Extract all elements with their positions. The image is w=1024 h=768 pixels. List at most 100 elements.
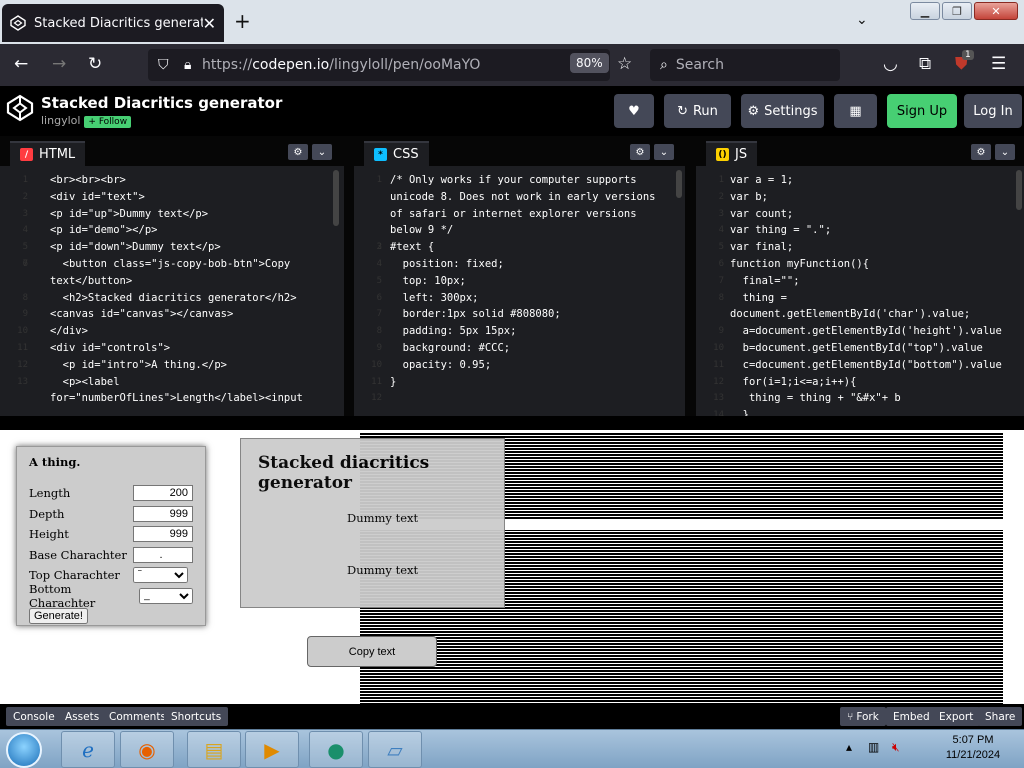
- js-code-line: 14 }: [696, 407, 1024, 416]
- css-collapse-icon[interactable]: ⌄: [654, 144, 674, 160]
- author-name[interactable]: lingylol: [41, 114, 80, 127]
- fork-button[interactable]: ⑂ Fork: [840, 707, 886, 726]
- js-settings-icon[interactable]: ⚙: [971, 144, 991, 160]
- notepad-icon[interactable]: ▱: [368, 731, 422, 768]
- preview-heading: Stacked diacritics generator: [258, 453, 430, 493]
- text-box: Stacked diacritics generator Dummy text …: [240, 438, 505, 608]
- depth-input[interactable]: [133, 505, 193, 522]
- share-button[interactable]: Share: [978, 707, 1023, 726]
- html-editor-header: / HTML ⚙ ⌄: [0, 136, 344, 166]
- console-button[interactable]: Console: [6, 707, 62, 726]
- js-code-line: 1 var a = 1;: [696, 172, 1024, 189]
- code-text: var count;: [730, 207, 794, 220]
- code-text: document.getElementById('char').value;: [730, 308, 971, 321]
- css-settings-icon[interactable]: ⚙: [630, 144, 650, 160]
- start-button[interactable]: [6, 732, 42, 768]
- search-bar[interactable]: ⌕ Search: [650, 49, 840, 81]
- layout-button[interactable]: ▦: [834, 94, 877, 128]
- js-code-line: 2 var b;: [696, 189, 1024, 206]
- internet-explorer-icon[interactable]: ℯ: [61, 731, 115, 768]
- zoom-level[interactable]: 80%: [570, 53, 609, 73]
- tray-expand-icon[interactable]: ▴: [846, 740, 852, 754]
- html-settings-icon[interactable]: ⚙: [288, 144, 308, 160]
- assets-button[interactable]: Assets: [58, 707, 107, 726]
- minimize-icon[interactable]: ▁: [910, 2, 940, 20]
- bottom-char-select[interactable]: _: [139, 587, 193, 604]
- length-input[interactable]: [133, 485, 193, 502]
- heart-button[interactable]: ♥: [614, 94, 654, 128]
- media-player-icon[interactable]: ▶: [245, 731, 299, 768]
- settings-button[interactable]: ⚙ Settings: [741, 94, 824, 128]
- comments-button[interactable]: Comments: [102, 707, 173, 726]
- html-collapse-icon[interactable]: ⌄: [312, 144, 332, 160]
- html-code[interactable]: 1 <br><br><br> 2 <div id="text"> 3 <p id="up"…: [0, 166, 344, 407]
- css-code-line: of safari or internet explorer versions: [354, 206, 685, 223]
- volume-muted-icon[interactable]: 🔇︎: [892, 740, 900, 755]
- html-editor[interactable]: / HTML ⚙ ⌄ 1 <br><br><br> 2 <div id="text"> 3…: [0, 136, 344, 416]
- firefox-icon[interactable]: ◉: [120, 731, 174, 768]
- line-number: 7: [376, 309, 382, 320]
- embed-button[interactable]: Embed: [886, 707, 937, 726]
- chevron-down-icon[interactable]: ⌄: [856, 12, 868, 28]
- js-icon: (): [716, 148, 729, 161]
- css-code-line: 9 background: #CCC;: [354, 340, 685, 357]
- pocket-icon[interactable]: ◡: [883, 54, 898, 74]
- window-close-icon[interactable]: ✕: [974, 2, 1018, 20]
- css-editor[interactable]: * CSS ⚙ ⌄ 1 /* Only works if your computer…: [354, 136, 685, 416]
- css-scrollbar[interactable]: [676, 170, 682, 198]
- html-code-line: text</button>: [0, 273, 344, 290]
- css-code-line: below 9 */: [354, 222, 685, 239]
- length-label: Length: [29, 486, 71, 501]
- code-text: /* Only works if your computer supports: [390, 174, 637, 186]
- star-icon[interactable]: ☆: [617, 54, 632, 74]
- layout-icon: ▦: [849, 103, 862, 119]
- window-controls: ▁ ❐ ✕: [910, 2, 1018, 20]
- extensions-icon[interactable]: ⧉: [919, 54, 931, 74]
- js-code-line: 13 thing = thing + "&#x"+ b: [696, 390, 1024, 407]
- run-button[interactable]: ↻ Run: [664, 94, 731, 128]
- copy-text-button[interactable]: Copy text: [307, 636, 437, 667]
- js-editor[interactable]: () JS ⚙ ⌄ 1 var a = 1; 2 var b; 3 var count; 4 v…: [696, 136, 1024, 416]
- green-app-icon[interactable]: ●: [309, 731, 363, 768]
- code-text: <canvas id="canvas"></canvas>: [50, 308, 234, 321]
- new-tab-icon[interactable]: +: [234, 9, 251, 33]
- top-char-select[interactable]: ‾: [133, 567, 188, 584]
- code-text: of safari or internet explorer versions: [390, 207, 637, 220]
- line-number: 3: [22, 208, 28, 219]
- file-explorer-icon[interactable]: ▤: [187, 731, 241, 768]
- line-number: 5: [22, 242, 28, 253]
- length-row: Length: [29, 483, 193, 504]
- generate-button[interactable]: Generate!: [29, 608, 88, 624]
- js-scrollbar[interactable]: [1016, 170, 1022, 210]
- url-bar[interactable]: ⛉ 🔒︎ https://codepen.io/lingyloll/pen/oo…: [148, 49, 610, 81]
- restore-icon[interactable]: ❐: [942, 2, 972, 20]
- base-char-input[interactable]: [133, 546, 193, 563]
- js-code[interactable]: 1 var a = 1; 2 var b; 3 var count; 4 var thing …: [696, 166, 1024, 416]
- js-collapse-icon[interactable]: ⌄: [995, 144, 1015, 160]
- code-text: }: [730, 409, 749, 416]
- follow-button[interactable]: + Follow: [84, 116, 132, 128]
- js-code-line: 10 b=document.getElementById("top").valu…: [696, 340, 1024, 357]
- line-number: 12: [371, 393, 382, 404]
- export-button[interactable]: Export: [932, 707, 981, 726]
- reload-icon[interactable]: ↻: [88, 54, 102, 74]
- forward-arrow-icon[interactable]: →: [52, 54, 66, 74]
- sign-up-button[interactable]: Sign Up: [887, 94, 957, 128]
- log-in-button[interactable]: Log In: [964, 94, 1022, 128]
- browser-tab[interactable]: Stacked Diacritics generator ✕: [2, 4, 224, 42]
- codepen-logo-icon[interactable]: [6, 94, 34, 122]
- js-editor-tab: () JS: [706, 141, 758, 166]
- html-scrollbar[interactable]: [333, 170, 339, 226]
- tab-close-icon[interactable]: ✕: [203, 14, 216, 33]
- code-text: <button class="js-copy-bob-btn">Copy: [50, 257, 291, 270]
- line-number: 7: [718, 275, 724, 286]
- preview-resizer[interactable]: [0, 416, 1024, 430]
- taskbar-clock[interactable]: 5:07 PM 11/21/2024: [936, 733, 1010, 763]
- network-icon[interactable]: ▥: [868, 740, 879, 754]
- css-code-line: unicode 8. Does not work in early versio…: [354, 189, 685, 206]
- menu-icon[interactable]: ☰: [991, 54, 1006, 74]
- height-input[interactable]: [133, 526, 193, 543]
- css-code[interactable]: 1 /* Only works if your computer supports…: [354, 166, 685, 403]
- shortcuts-button[interactable]: Shortcuts: [164, 707, 229, 726]
- back-arrow-icon[interactable]: ←: [14, 54, 28, 74]
